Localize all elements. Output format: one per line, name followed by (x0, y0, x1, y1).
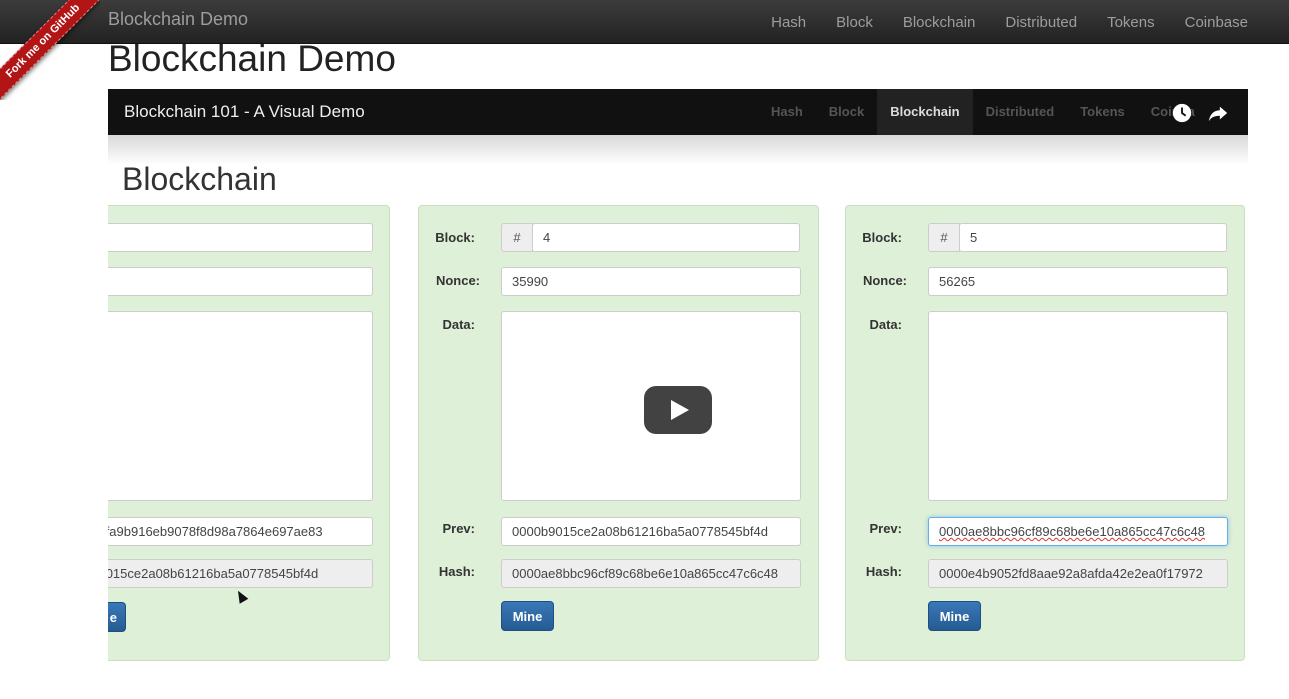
navbar-links: Hash Block Blockchain Distributed Tokens… (741, 0, 1248, 44)
section-title: Blockchain (122, 161, 277, 197)
mine-button[interactable]: Mine (501, 601, 554, 631)
hash-label: Hash: (438, 564, 475, 579)
block-card-3: 3 37 012fa9b916eb9078f8d98a7864e697ae83 … (108, 205, 390, 661)
video-header-shadow (108, 135, 1248, 165)
inner-nav-blockchain: Blockchain (877, 89, 973, 135)
hash-output: 0000ae8bbc96cf89c68be6e10a865cc47c6c48 (501, 559, 801, 588)
block-label: Block: (435, 230, 475, 245)
block-hash-addon: # (501, 223, 533, 252)
share-icon[interactable] (1207, 102, 1229, 124)
hash-label: Hash: (865, 564, 902, 579)
nav-link-distributed[interactable]: Distributed (1005, 14, 1077, 31)
block-number-input[interactable]: 4 (532, 223, 800, 252)
data-label: Data: (442, 317, 475, 332)
block-number-input[interactable]: 3 (108, 223, 373, 252)
nav-link-blockchain[interactable]: Blockchain (903, 14, 976, 31)
fork-ribbon-wrapper: Fork me on GitHub (0, 0, 100, 100)
block-card-5: Block: # 5 Nonce: 56265 Data: Prev: 0000… (845, 205, 1245, 661)
page-title: Blockchain Demo (108, 38, 396, 79)
prev-hash-input[interactable]: 0000b9015ce2a08b61216ba5a0778545bf4d (501, 517, 801, 546)
nav-link-block[interactable]: Block (836, 14, 873, 31)
nav-link-tokens[interactable]: Tokens (1107, 14, 1155, 31)
nonce-input[interactable]: 56265 (928, 267, 1228, 296)
data-textarea[interactable] (928, 311, 1228, 501)
nav-link-coinbase[interactable]: Coinbase (1185, 14, 1248, 31)
hash-output: 0000e4b9052fd8aae92a8afda42e2ea0f17972 (928, 559, 1228, 588)
fork-ribbon[interactable]: Fork me on GitHub (0, 0, 100, 100)
nonce-input[interactable]: 35990 (501, 267, 801, 296)
block-hash-addon: # (928, 223, 960, 252)
nonce-label: Nonce: (862, 273, 907, 288)
inner-nav-hash: Hash (771, 104, 803, 119)
nav-link-hash[interactable]: Hash (771, 14, 806, 31)
video-title-bar: Hash Block Blockchain Distributed Tokens… (108, 89, 1248, 135)
mine-button[interactable]: Mine (928, 601, 981, 631)
video-player[interactable]: Blockchain 3 37 012fa9b916eb9078f8d98a78… (108, 89, 1248, 667)
data-label: Data: (869, 317, 902, 332)
prev-label: Prev: (442, 521, 475, 536)
prev-label: Prev: (869, 521, 902, 536)
prev-hash-input[interactable]: 0000ae8bbc96cf89c68be6e10a865cc47c6c48 (928, 517, 1228, 546)
inner-nav-tokens: Tokens (1080, 104, 1125, 119)
navbar-brand[interactable]: Blockchain Demo (108, 9, 248, 30)
nonce-label: Nonce: (435, 273, 480, 288)
clock-icon[interactable] (1171, 102, 1193, 124)
nonce-input[interactable]: 37 (108, 267, 373, 296)
inner-nav-distributed: Distributed (985, 104, 1055, 119)
prev-hash-text: 0000ae8bbc96cf89c68be6e10a865cc47c6c48 (939, 524, 1206, 539)
block-card-4: Block: # 4 Nonce: 35990 Data: Prev: 0000… (418, 205, 819, 661)
block-number-input[interactable]: 5 (959, 223, 1227, 252)
data-textarea[interactable] (108, 311, 373, 501)
block-label: Block: (862, 230, 902, 245)
video-inner-nav: Hash Block Blockchain Distributed Tokens… (758, 89, 1208, 135)
hash-output: 0b9015ce2a08b61216ba5a0778545bf4d (108, 559, 373, 588)
video-title[interactable]: Blockchain 101 - A Visual Demo (124, 102, 365, 122)
mine-button[interactable]: e (108, 602, 126, 632)
play-icon[interactable] (644, 386, 712, 434)
prev-hash-input[interactable]: 012fa9b916eb9078f8d98a7864e697ae83 (108, 517, 373, 546)
inner-nav-block: Block (828, 104, 865, 119)
